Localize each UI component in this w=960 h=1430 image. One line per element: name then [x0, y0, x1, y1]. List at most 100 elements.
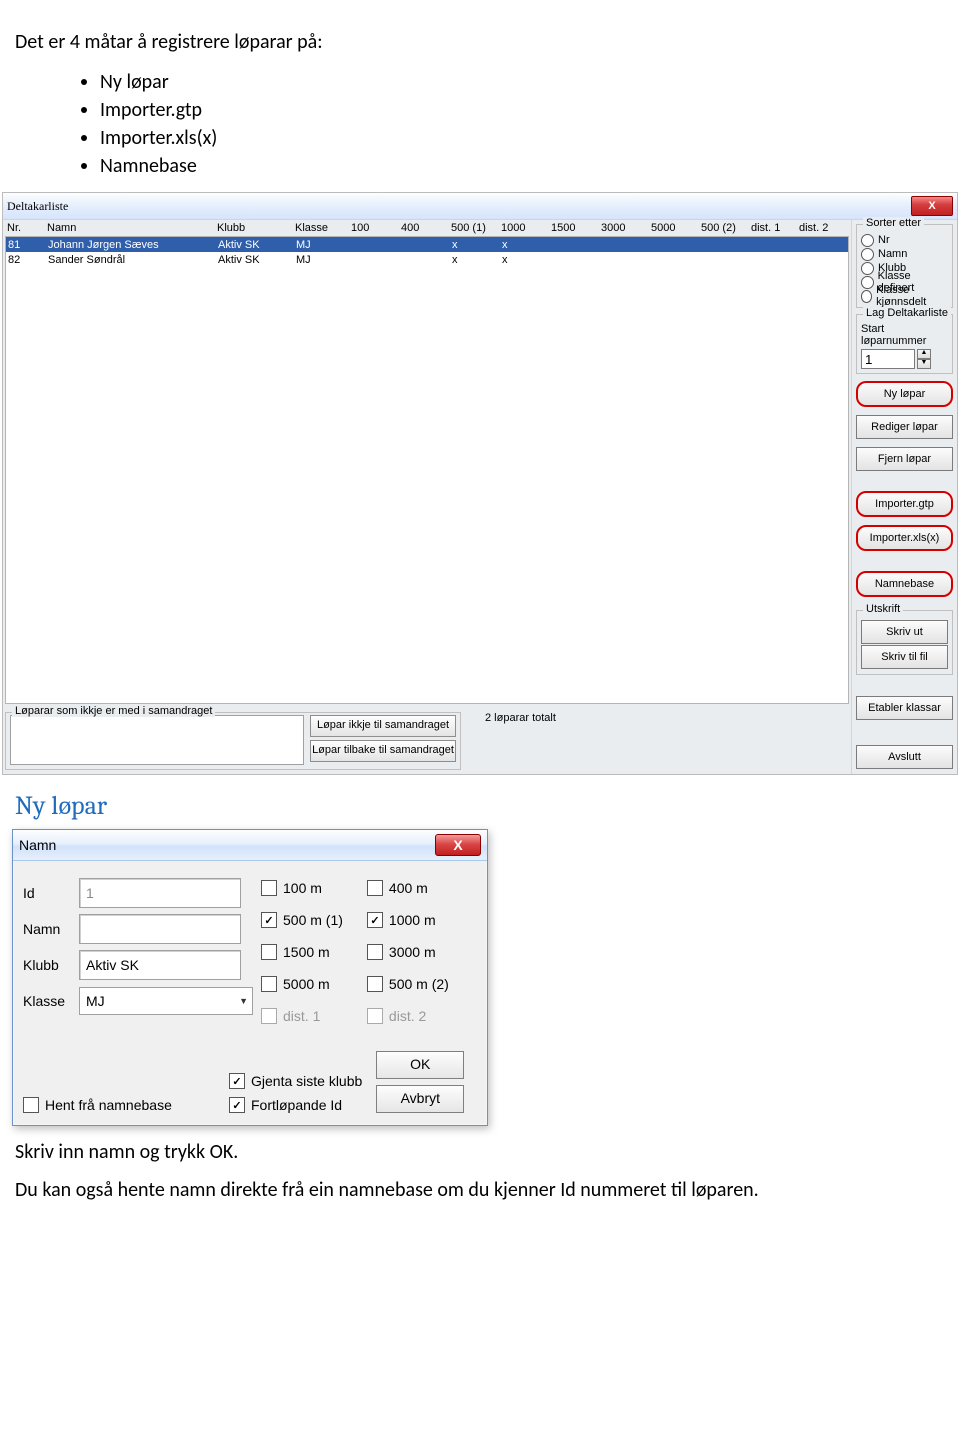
cell-klasse: MJ [296, 254, 352, 266]
namn-dialog: Namn X Id Namn Klubb Klasse [12, 829, 488, 1126]
checkbox-label: Fortløpande Id [251, 1097, 342, 1113]
sort-legend: Sorter etter [863, 217, 924, 229]
col-1000: 1000 [501, 222, 551, 234]
chk-400m[interactable]: 400 m [367, 875, 449, 901]
klasse-value: MJ [86, 993, 105, 1009]
close-button[interactable]: X [435, 834, 481, 856]
distance-label: 400 m [389, 880, 428, 896]
excluded-runners-list[interactable] [10, 715, 304, 765]
chk-500m-1[interactable]: 500 m (1) [261, 907, 343, 933]
bullet-item: Importer.xls(x) [100, 126, 960, 150]
namn-input[interactable] [79, 914, 241, 944]
window-title: Deltakarliste [7, 199, 68, 214]
col-dist1: dist. 1 [751, 222, 799, 234]
col-dist2: dist. 2 [799, 222, 847, 234]
table-row[interactable]: 81 Johann Jørgen Sæves Aktiv SK MJ x x [6, 237, 848, 252]
include-runner-button[interactable]: Løpar tilbake til samandraget [310, 740, 456, 762]
table-row[interactable]: 82 Sander Søndrål Aktiv SK MJ x x [6, 252, 848, 267]
fjern-lopar-button[interactable]: Fjern løpar [856, 447, 953, 471]
close-icon: X [453, 837, 462, 853]
ok-button[interactable]: OK [376, 1051, 464, 1079]
importer-xls-button[interactable]: Importer.xls(x) [856, 525, 953, 551]
cell-nr: 81 [8, 239, 48, 251]
gjenta-klubb-checkbox[interactable]: Gjenta siste klubb [229, 1073, 362, 1089]
checkbox-label: Hent frå namnebase [45, 1097, 172, 1113]
cell-namn: Johann Jørgen Sæves [48, 239, 218, 251]
distance-label: 500 m (1) [283, 912, 343, 928]
dialog-title: Namn [19, 837, 56, 853]
col-500-1: 500 (1) [451, 222, 501, 234]
col-500-2: 500 (2) [701, 222, 751, 234]
distance-label: 3000 m [389, 944, 436, 960]
skriv-ut-button[interactable]: Skriv ut [861, 620, 948, 644]
chk-500m-2[interactable]: 500 m (2) [367, 971, 449, 997]
avslutt-button[interactable]: Avslutt [856, 745, 953, 769]
cell-klasse: MJ [296, 239, 352, 251]
table-body[interactable]: 81 Johann Jørgen Sæves Aktiv SK MJ x x 8… [5, 236, 849, 704]
distance-label: 500 m (2) [389, 976, 449, 992]
cell: x [452, 254, 502, 266]
rediger-lopar-button[interactable]: Rediger løpar [856, 415, 953, 439]
klubb-input[interactable] [79, 950, 241, 980]
exclude-runner-button[interactable]: Løpar ikkje til samandraget [310, 715, 456, 737]
radio-label: Klasse kjønnsdelt [876, 284, 948, 308]
col-klasse: Klasse [295, 222, 351, 234]
cell-namn: Sander Søndrål [48, 254, 218, 266]
doc-outro-1: Skriv inn namn og trykk OK. [15, 1140, 960, 1164]
distance-label: 5000 m [283, 976, 330, 992]
close-icon: X [928, 200, 935, 212]
chevron-down-icon: ▼ [917, 359, 931, 369]
total-count-text: 2 løparar totalt [485, 712, 556, 724]
namn-label: Namn [23, 921, 79, 937]
chk-1500m[interactable]: 1500 m [261, 939, 343, 965]
distance-label: 100 m [283, 880, 322, 896]
chk-dist2: dist. 2 [367, 1003, 449, 1029]
id-input[interactable] [79, 878, 241, 908]
section-heading: Ny løpar [15, 791, 960, 821]
sort-radio-namn[interactable]: Namn [861, 247, 948, 261]
chk-1000m[interactable]: 1000 m [367, 907, 449, 933]
start-number-input[interactable] [861, 349, 915, 369]
chk-100m[interactable]: 100 m [261, 875, 343, 901]
col-klubb: Klubb [217, 222, 295, 234]
spinner[interactable]: ▲▼ [917, 349, 931, 369]
sort-radio-klasse-kjonn[interactable]: Klasse kjønnsdelt [861, 289, 948, 303]
cell-klubb: Aktiv SK [218, 254, 296, 266]
importer-gtp-button[interactable]: Importer.gtp [856, 491, 953, 517]
ny-lopar-button[interactable]: Ny løpar [856, 381, 953, 407]
cell-nr: 82 [8, 254, 48, 266]
doc-intro-text: Det er 4 måtar å registrere løparar på: [15, 30, 960, 54]
col-5000: 5000 [651, 222, 701, 234]
distance-label: dist. 2 [389, 1008, 426, 1024]
chk-3000m[interactable]: 3000 m [367, 939, 449, 965]
doc-bullets: Ny løpar Importer.gtp Importer.xls(x) Na… [60, 70, 960, 178]
bullet-item: Importer.gtp [100, 98, 960, 122]
avbryt-button[interactable]: Avbryt [376, 1085, 464, 1113]
chk-dist1: dist. 1 [261, 1003, 343, 1029]
checkbox-label: Gjenta siste klubb [251, 1073, 362, 1089]
bullet-item: Ny løpar [100, 70, 960, 94]
skriv-fil-button[interactable]: Skriv til fil [861, 645, 948, 669]
dialog-titlebar: Namn X [13, 830, 487, 861]
col-1500: 1500 [551, 222, 601, 234]
etabler-klassar-button[interactable]: Etabler klassar [856, 696, 953, 720]
namnebase-button[interactable]: Namnebase [856, 571, 953, 597]
klasse-label: Klasse [23, 993, 79, 1009]
doc-outro-2: Du kan også hente namn direkte frå ein n… [15, 1178, 960, 1202]
sort-fieldset: Sorter etter Nr Namn Klubb Klasse define… [856, 224, 953, 308]
fortlopande-id-checkbox[interactable]: Fortløpande Id [229, 1097, 362, 1113]
col-3000: 3000 [601, 222, 651, 234]
cell-klubb: Aktiv SK [218, 239, 296, 251]
close-button[interactable]: X [911, 196, 953, 216]
distance-label: dist. 1 [283, 1008, 320, 1024]
klubb-label: Klubb [23, 957, 79, 973]
utskrift-fieldset: Utskrift Skriv ut Skriv til fil [856, 610, 953, 675]
chk-5000m[interactable]: 5000 m [261, 971, 343, 997]
sort-radio-nr[interactable]: Nr [861, 233, 948, 247]
hent-namnebase-checkbox[interactable]: Hent frå namnebase [23, 1097, 193, 1113]
cell: x [452, 239, 502, 251]
deltakarliste-window: Deltakarliste X Nr. Namn Klubb Klasse 10… [2, 192, 958, 775]
lag-legend: Lag Deltakarliste [863, 307, 951, 319]
id-label: Id [23, 885, 79, 901]
klasse-select[interactable]: MJ ▼ [79, 987, 253, 1015]
